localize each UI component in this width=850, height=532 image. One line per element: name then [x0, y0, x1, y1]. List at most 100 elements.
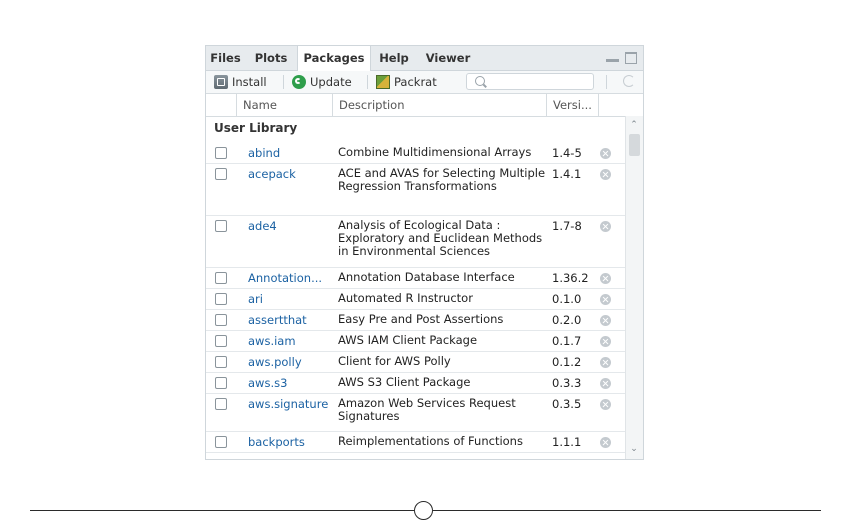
package-description: Automated R Instructor — [338, 291, 473, 305]
table-row: Annotation... Annotation Database Interf… — [206, 268, 625, 289]
package-checkbox[interactable] — [215, 398, 227, 410]
package-version: 0.1.0 — [552, 292, 582, 306]
package-version: 1.1.1 — [552, 435, 582, 449]
delete-icon[interactable] — [600, 221, 611, 232]
scroll-up-icon[interactable]: ⌃ — [630, 121, 638, 130]
delete-icon[interactable] — [600, 273, 611, 284]
packrat-icon — [376, 75, 390, 89]
package-version: 0.3.3 — [552, 376, 582, 390]
table-header: Name Description Versi... — [206, 94, 643, 117]
update-icon — [292, 75, 306, 89]
table-row: backports Reimplementations of Functions… — [206, 432, 625, 453]
tab-help[interactable]: Help — [369, 46, 419, 70]
package-search[interactable] — [466, 73, 594, 90]
packages-pane: Files Plots Packages Help Viewer Install… — [205, 45, 644, 460]
package-checkbox[interactable] — [215, 220, 227, 232]
package-version: 0.1.2 — [552, 355, 582, 369]
table-row: ade4 Analysis of Ecological Data : Explo… — [206, 216, 625, 268]
delete-icon[interactable] — [600, 148, 611, 159]
table-row: aws.polly Client for AWS Polly 0.1.2 — [206, 352, 625, 373]
refresh-icon[interactable] — [623, 75, 635, 87]
packrat-label: Packrat — [394, 75, 437, 89]
table-row: aws.s3 AWS S3 Client Package 0.3.3 — [206, 373, 625, 394]
table-row: acepack ACE and AVAS for Selecting Multi… — [206, 164, 625, 216]
package-name[interactable]: ade4 — [248, 219, 277, 233]
package-version: 1.4.1 — [552, 167, 582, 181]
column-version[interactable]: Versi... — [546, 94, 598, 116]
delete-icon[interactable] — [600, 357, 611, 368]
minimize-icon[interactable] — [606, 52, 619, 63]
package-checkbox[interactable] — [215, 335, 227, 347]
update-button[interactable]: Update — [292, 71, 352, 93]
package-name[interactable]: aws.s3 — [248, 376, 287, 390]
table-row: aws.signature Amazon Web Services Reques… — [206, 394, 625, 432]
section-user-library: User Library — [214, 121, 298, 135]
package-checkbox[interactable] — [215, 377, 227, 389]
package-version: 1.36.2 — [552, 271, 589, 285]
toolbar-separator — [283, 75, 284, 89]
vertical-scrollbar[interactable]: ⌃ ⌄ — [625, 116, 643, 459]
delete-icon[interactable] — [600, 315, 611, 326]
packrat-button[interactable]: Packrat — [376, 71, 437, 93]
scroll-down-icon[interactable]: ⌄ — [630, 445, 638, 454]
search-input[interactable] — [491, 75, 591, 89]
delete-icon[interactable] — [600, 378, 611, 389]
package-version: 1.7-8 — [552, 219, 582, 233]
package-version: 1.4-5 — [552, 146, 582, 160]
package-checkbox[interactable] — [215, 147, 227, 159]
package-checkbox[interactable] — [215, 436, 227, 448]
toolbar-separator — [606, 75, 607, 89]
install-button[interactable]: Install — [214, 71, 267, 93]
toolbar-separator — [367, 75, 368, 89]
search-icon — [475, 76, 485, 86]
tab-packages[interactable]: Packages — [297, 46, 371, 71]
scrollbar-thumb[interactable] — [629, 134, 640, 156]
package-name[interactable]: assertthat — [248, 313, 307, 327]
pane-tabbar: Files Plots Packages Help Viewer — [206, 46, 643, 71]
column-actions — [598, 94, 643, 116]
package-version: 0.3.5 — [552, 397, 582, 411]
delete-icon[interactable] — [600, 437, 611, 448]
tab-files[interactable]: Files — [206, 46, 245, 70]
package-version: 0.2.0 — [552, 313, 582, 327]
package-name[interactable]: acepack — [248, 167, 296, 181]
package-name[interactable]: aws.polly — [248, 355, 302, 369]
package-name[interactable]: aws.iam — [248, 334, 296, 348]
delete-icon[interactable] — [600, 336, 611, 347]
package-description: Amazon Web Services Request Signatures — [338, 396, 516, 423]
package-list: User Library abind Combine Multidimensio… — [206, 116, 643, 459]
package-description: Annotation Database Interface — [338, 270, 515, 284]
maximize-icon[interactable] — [625, 52, 637, 64]
column-name[interactable]: Name — [236, 94, 332, 116]
package-checkbox[interactable] — [215, 356, 227, 368]
tab-viewer[interactable]: Viewer — [419, 46, 477, 70]
table-row: aws.iam AWS IAM Client Package 0.1.7 — [206, 331, 625, 352]
package-version: 0.1.7 — [552, 334, 582, 348]
package-name[interactable]: abind — [248, 146, 280, 160]
package-name[interactable]: ari — [248, 292, 263, 306]
divider-circle-icon — [414, 501, 433, 520]
package-description: AWS IAM Client Package — [338, 333, 478, 347]
package-description: ACE and AVAS for Selecting Multiple Regr… — [338, 166, 546, 193]
package-description: Analysis of Ecological Data : Explorator… — [338, 218, 543, 258]
package-description: Combine Multidimensional Arrays — [338, 145, 532, 159]
package-checkbox[interactable] — [215, 314, 227, 326]
package-description: AWS S3 Client Package — [338, 375, 471, 389]
package-description: Reimplementations of Functions — [338, 434, 523, 448]
table-row: abind Combine Multidimensional Arrays 1.… — [206, 143, 625, 164]
delete-icon[interactable] — [600, 399, 611, 410]
delete-icon[interactable] — [600, 169, 611, 180]
table-row: assertthat Easy Pre and Post Assertions … — [206, 310, 625, 331]
update-label: Update — [310, 75, 352, 89]
package-name[interactable]: Annotation... — [248, 271, 322, 285]
install-label: Install — [232, 75, 267, 89]
package-checkbox[interactable] — [215, 293, 227, 305]
package-checkbox[interactable] — [215, 272, 227, 284]
package-name[interactable]: aws.signature — [248, 397, 328, 411]
package-checkbox[interactable] — [215, 168, 227, 180]
delete-icon[interactable] — [600, 294, 611, 305]
tab-plots[interactable]: Plots — [245, 46, 297, 70]
column-description[interactable]: Description — [332, 94, 546, 116]
package-name[interactable]: backports — [248, 435, 305, 449]
table-row: ari Automated R Instructor 0.1.0 — [206, 289, 625, 310]
